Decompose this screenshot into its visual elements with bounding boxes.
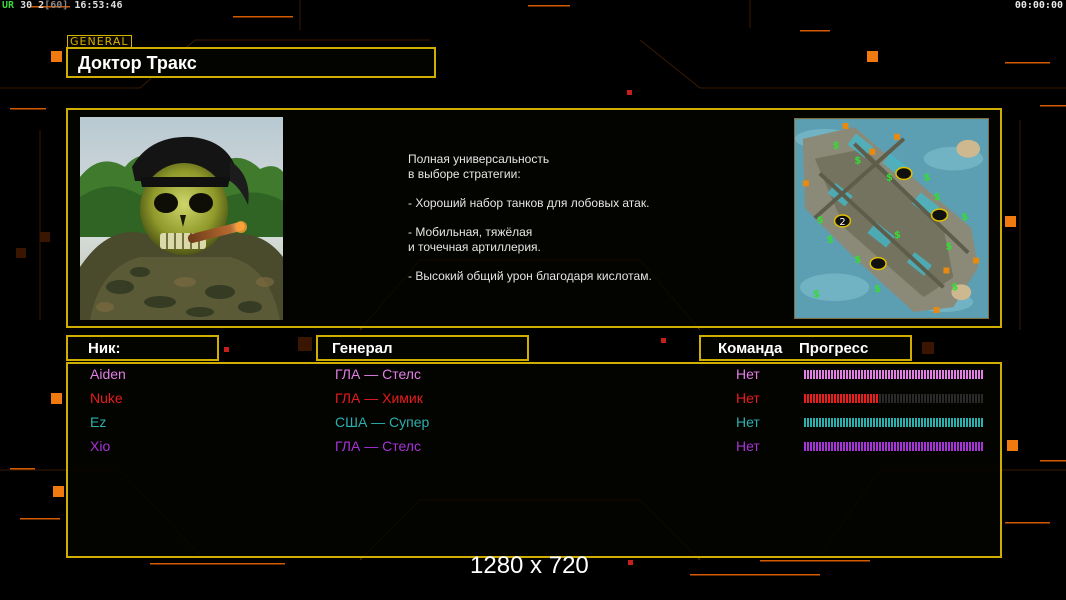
player-general: ГЛА — Стелс xyxy=(335,366,421,382)
player-team: Нет xyxy=(736,414,760,430)
hud-version: UR xyxy=(2,0,15,11)
player-progress-bar xyxy=(804,394,983,403)
svg-text:$: $ xyxy=(924,172,931,183)
player-general: США — Супер xyxy=(335,414,430,430)
player-team: Нет xyxy=(736,438,760,454)
player-row: Nuke ГЛА — Химик Нет xyxy=(68,388,1004,410)
header-general-label: Генерал xyxy=(332,340,393,357)
header-team-progress: Команда Прогресс xyxy=(699,335,912,361)
svg-text:$: $ xyxy=(886,172,893,183)
map-preview: 2 $ $ $ $ $ $ $ $ $ $ $ $ $ $ xyxy=(794,118,989,319)
header-progress-label: Прогресс xyxy=(799,340,869,357)
svg-text:$: $ xyxy=(874,284,881,295)
player-progress-bar xyxy=(804,370,983,379)
svg-text:$: $ xyxy=(961,212,968,223)
header-nick-label: Ник: xyxy=(88,340,121,357)
svg-text:$: $ xyxy=(827,235,834,246)
player-progress-bar xyxy=(804,442,983,451)
header-general: Генерал xyxy=(316,335,529,361)
resolution-label: 1280 x 720 xyxy=(470,552,589,579)
hud-timer: 00:00:00 xyxy=(1014,0,1063,11)
player-row: Ez США — Супер Нет xyxy=(68,412,1004,434)
player-row: Xio ГЛА — Стелс Нет xyxy=(68,436,1004,458)
general-portrait xyxy=(80,117,283,320)
hud-clock: 16:53:46 xyxy=(74,0,123,11)
player-team: Нет xyxy=(736,366,760,382)
header-team-label: Команда xyxy=(718,340,783,357)
svg-text:$: $ xyxy=(833,141,840,152)
svg-text:$: $ xyxy=(951,282,958,293)
svg-text:$: $ xyxy=(854,255,861,266)
svg-text:$: $ xyxy=(945,242,952,253)
description-line-3: - Хороший набор танков для лобовых атак. xyxy=(408,196,650,210)
general-name: Доктор Тракс xyxy=(78,53,197,73)
player-progress-bar xyxy=(804,418,983,427)
svg-text:$: $ xyxy=(894,230,901,241)
svg-text:$: $ xyxy=(813,289,820,300)
header-nick: Ник: xyxy=(66,335,219,361)
player-nick: Xio xyxy=(90,438,111,454)
description-line-1: Полная универсальность xyxy=(408,152,550,166)
player-team: Нет xyxy=(736,390,760,406)
hud-fps: 30 xyxy=(20,0,33,11)
player-general: ГЛА — Химик xyxy=(335,390,423,406)
description-line-5: и точечная артиллерия. xyxy=(408,240,541,254)
svg-text:$: $ xyxy=(934,192,941,203)
hud-fps-clock: UR 30 2[60] 16:53:46 xyxy=(2,0,122,11)
players-panel: Aiden ГЛА — Стелс Нет Nuke ГЛА — Химик Нет Ez С… xyxy=(66,362,1002,558)
description-line-6: - Высокий общий урон благодаря кислотам. xyxy=(408,269,652,283)
player-nick: Ez xyxy=(90,414,107,430)
map-start-marker: 2 xyxy=(839,217,845,228)
player-row: Aiden ГЛА — Стелс Нет xyxy=(68,364,1004,386)
description-line-4: - Мобильная, тяжёлая xyxy=(408,225,533,239)
general-description: Полная универсальность в выборе стратеги… xyxy=(408,152,738,284)
hud-fps-cap: [60] xyxy=(44,0,69,11)
player-general: ГЛА — Стелс xyxy=(335,438,421,454)
description-line-2: в выборе стратегии: xyxy=(408,167,521,181)
svg-text:$: $ xyxy=(817,215,824,226)
player-nick: Nuke xyxy=(90,390,123,406)
player-nick: Aiden xyxy=(90,366,126,382)
general-title-box: Доктор Тракс xyxy=(66,47,436,78)
svg-text:$: $ xyxy=(854,156,861,167)
